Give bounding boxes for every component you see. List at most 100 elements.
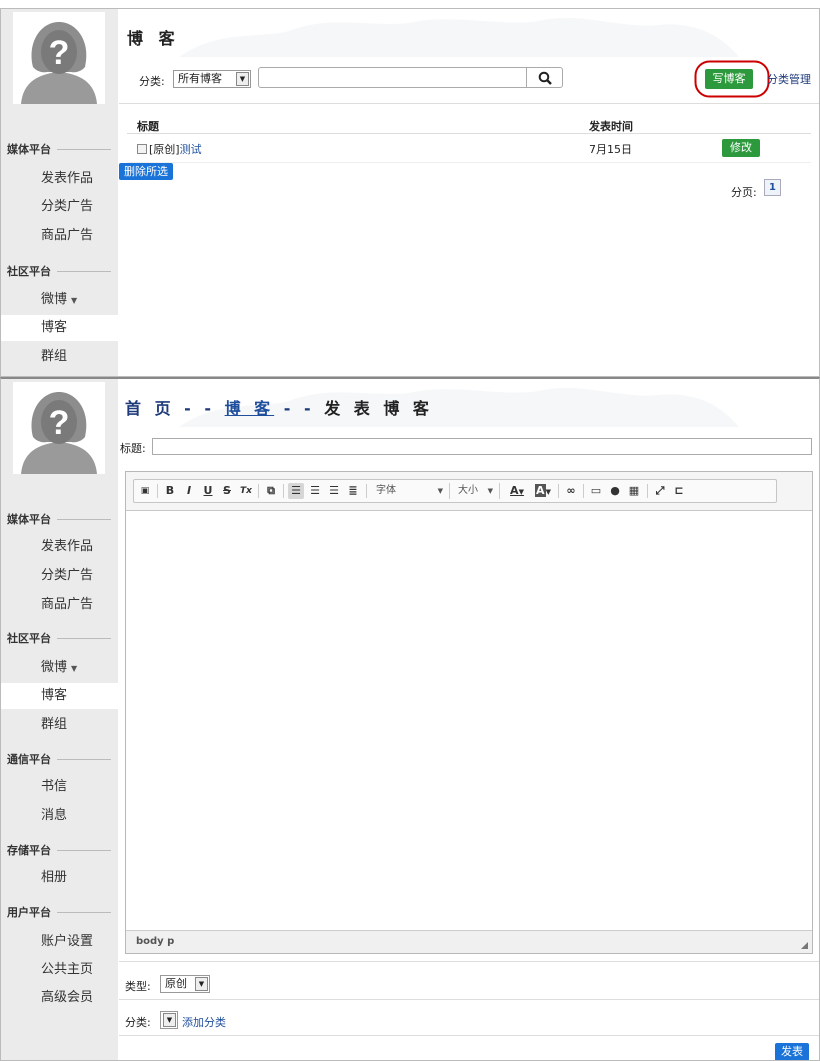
category-manage-link[interactable]: 分类管理 bbox=[767, 71, 811, 87]
sidebar-item-publish-work[interactable]: 发表作品 bbox=[1, 166, 118, 192]
breadcrumb-separator: - - bbox=[283, 399, 315, 418]
sidebar-item-album[interactable]: 相册 bbox=[1, 865, 118, 891]
breadcrumb-separator: - - bbox=[184, 399, 216, 418]
underline-button[interactable]: U bbox=[200, 483, 216, 499]
sidebar-section-media: 媒体平台 bbox=[7, 511, 111, 527]
clear-format-button[interactable]: Tx bbox=[238, 483, 254, 499]
flash-icon[interactable]: ● bbox=[607, 483, 623, 499]
row-checkbox[interactable] bbox=[137, 144, 147, 154]
font-family-combo[interactable]: 字体 ▼ bbox=[370, 483, 450, 499]
sidebar-item-public-homepage[interactable]: 公共主页 bbox=[1, 957, 118, 983]
search-button[interactable] bbox=[526, 68, 562, 87]
italic-button[interactable]: I bbox=[181, 483, 197, 499]
avatar[interactable]: ? bbox=[13, 382, 105, 474]
sidebar-section-media: 媒体平台 bbox=[7, 141, 111, 157]
sidebar-item-weibo[interactable]: 微博 ▼ bbox=[1, 287, 118, 313]
sidebar-item-product-ads[interactable]: 商品广告 bbox=[1, 223, 118, 249]
divider bbox=[283, 484, 284, 498]
strikethrough-button[interactable]: S bbox=[219, 483, 235, 499]
type-label: 类型: bbox=[125, 980, 151, 993]
category-select[interactable]: ▼ bbox=[160, 1011, 178, 1029]
sidebar-item-blog[interactable]: 博客 bbox=[1, 315, 119, 341]
sidebar-item-groups[interactable]: 群组 bbox=[1, 344, 118, 370]
breadcrumb: 首 页 - - 博 客 - - 发 表 博 客 bbox=[125, 395, 433, 419]
image-icon[interactable]: ▭ bbox=[588, 483, 604, 499]
align-justify-icon[interactable]: ≣ bbox=[345, 483, 361, 499]
column-header-time: 发表时间 bbox=[589, 120, 633, 133]
delete-selected-button[interactable]: 删除所选 bbox=[119, 163, 173, 180]
sidebar-section-storage: 存储平台 bbox=[7, 842, 111, 858]
row-time: 7月15日 bbox=[589, 143, 632, 156]
category-select-value: 所有博客 bbox=[178, 72, 222, 85]
paste-text-icon[interactable]: ⧉ bbox=[263, 483, 279, 499]
divider bbox=[583, 484, 584, 498]
divider bbox=[157, 484, 158, 498]
page-title: 博 客 bbox=[127, 29, 180, 48]
sidebar-section-communication: 通信平台 bbox=[7, 751, 111, 767]
link-icon[interactable]: ∞ bbox=[563, 483, 579, 499]
sidebar-item-classified-ads[interactable]: 分类广告 bbox=[1, 194, 118, 220]
show-blocks-icon[interactable]: ⊏ bbox=[671, 483, 687, 499]
table-row: [原创]测试 7月15日 bbox=[137, 141, 797, 159]
font-size-combo[interactable]: 大小 ▼ bbox=[452, 483, 500, 499]
main-content: 首 页 - - 博 客 - - 发 表 博 客 标题: ▣ B I U S Tx… bbox=[119, 379, 819, 1060]
align-left-icon[interactable]: ☰ bbox=[288, 483, 304, 499]
sidebar-item-classified-ads[interactable]: 分类广告 bbox=[1, 563, 118, 589]
divider bbox=[119, 1035, 819, 1036]
size-combo-label: 大小 bbox=[458, 485, 478, 496]
sidebar-item-blog[interactable]: 博客 bbox=[1, 683, 119, 709]
maximize-icon[interactable]: ⤢ bbox=[652, 483, 668, 499]
sidebar-section-community: 社区平台 bbox=[7, 263, 111, 279]
breadcrumb-home[interactable]: 首 页 bbox=[125, 399, 175, 418]
type-select[interactable]: 原创 ▼ bbox=[160, 975, 210, 993]
publish-button[interactable]: 发表 bbox=[775, 1043, 809, 1060]
sidebar-item-publish-work[interactable]: 发表作品 bbox=[1, 534, 118, 560]
align-center-icon[interactable]: ☰ bbox=[307, 483, 323, 499]
sidebar-item-premium-member[interactable]: 高级会员 bbox=[1, 985, 118, 1011]
align-right-icon[interactable]: ☰ bbox=[326, 483, 342, 499]
category-select[interactable]: 所有博客 ▼ bbox=[173, 70, 251, 88]
search-input[interactable] bbox=[262, 70, 522, 85]
edit-button[interactable]: 修改 bbox=[722, 139, 760, 157]
sidebar: ? 媒体平台 发表作品 分类广告 商品广告 社区平台 微博 ▼ 博客 群组 通信平… bbox=[1, 379, 119, 1060]
text-color-label: A bbox=[510, 484, 519, 497]
editor-body[interactable] bbox=[126, 511, 812, 930]
avatar[interactable]: ? bbox=[13, 12, 105, 104]
table-icon[interactable]: ▦ bbox=[626, 483, 642, 499]
sidebar-item-product-ads[interactable]: 商品广告 bbox=[1, 592, 118, 618]
category-label: 分类: bbox=[125, 1016, 151, 1029]
sidebar-item-label: 微博 bbox=[41, 660, 68, 675]
element-path: body p bbox=[136, 936, 175, 947]
main-content: 博 客 分类: 所有博客 ▼ 写博客 分类管理 标题 发表时间 [原创]测试 7… bbox=[119, 9, 819, 376]
sidebar-item-messages[interactable]: 消息 bbox=[1, 803, 118, 829]
svg-text:?: ? bbox=[49, 34, 70, 72]
chevron-down-icon: ▼ bbox=[437, 487, 443, 495]
type-select-value: 原创 bbox=[165, 977, 187, 990]
text-color-button[interactable]: A▼ bbox=[506, 483, 528, 499]
bold-button[interactable]: B bbox=[162, 483, 178, 499]
source-icon[interactable]: ▣ bbox=[137, 483, 153, 499]
background-color-button[interactable]: A▼ bbox=[532, 483, 554, 499]
sidebar-item-account-settings[interactable]: 账户设置 bbox=[1, 929, 118, 955]
title-input[interactable] bbox=[152, 438, 812, 455]
sidebar-section-community: 社区平台 bbox=[7, 630, 111, 646]
chevron-down-icon: ▼ bbox=[195, 977, 208, 991]
editor-toolbar: ▣ B I U S Tx ⧉ ☰ ☰ ☰ ≣ 字体 ▼ 大小 ▼ A▼ A▼ ∞… bbox=[126, 472, 812, 511]
avatar-placeholder-icon: ? bbox=[13, 12, 105, 104]
sidebar-item-weibo[interactable]: 微博 ▼ bbox=[1, 655, 118, 681]
cloud-decoration bbox=[179, 17, 739, 57]
sidebar-item-letters[interactable]: 书信 bbox=[1, 774, 118, 800]
rich-text-editor: ▣ B I U S Tx ⧉ ☰ ☰ ☰ ≣ 字体 ▼ 大小 ▼ A▼ A▼ ∞… bbox=[125, 471, 813, 954]
search-box bbox=[258, 67, 563, 88]
resize-handle-icon[interactable] bbox=[801, 942, 808, 949]
sidebar-item-groups[interactable]: 群组 bbox=[1, 712, 118, 738]
category-label: 分类: bbox=[139, 75, 165, 88]
sidebar-section-user: 用户平台 bbox=[7, 904, 111, 920]
chevron-down-icon: ▼ bbox=[518, 488, 524, 496]
breadcrumb-blog[interactable]: 博 客 bbox=[225, 399, 275, 418]
chevron-down-icon: ▼ bbox=[487, 487, 493, 495]
column-header-title: 标题 bbox=[137, 120, 159, 133]
page-number-button[interactable]: 1 bbox=[764, 179, 781, 196]
row-title-link[interactable]: 测试 bbox=[180, 143, 202, 156]
add-category-link[interactable]: 添加分类 bbox=[182, 1014, 226, 1030]
